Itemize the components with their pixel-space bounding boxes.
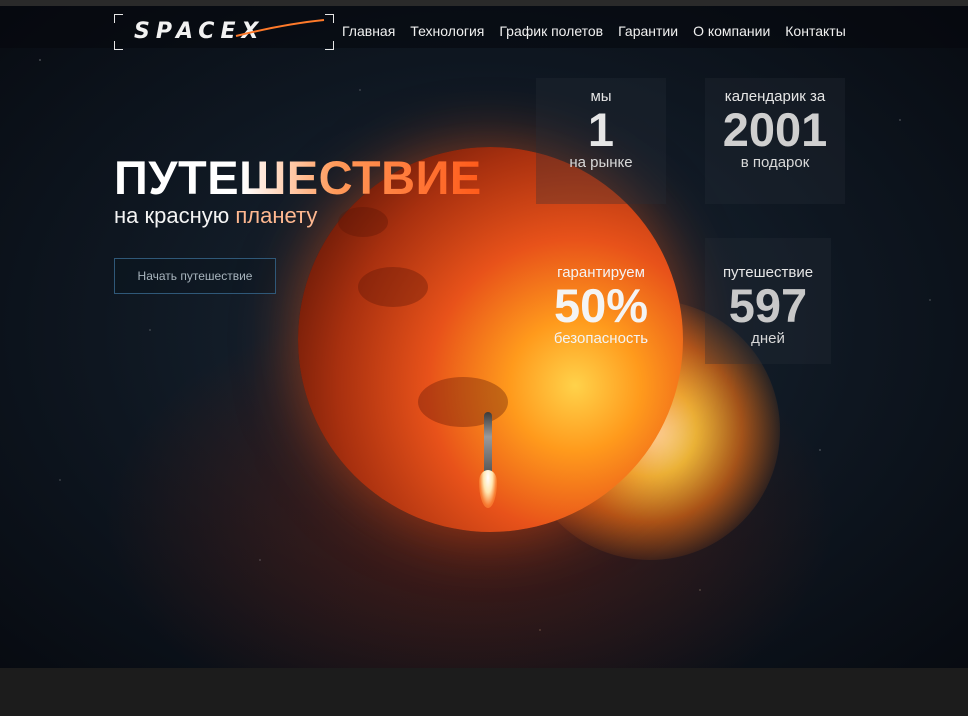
nav-item-contacts[interactable]: Контакты [785,23,845,39]
stat-value: 597 [728,279,808,332]
start-journey-button[interactable]: Начать путешествие [114,258,276,294]
main-nav: Главная Технология График полетов Гарант… [342,23,861,39]
hero-subtitle-part: на красную [114,203,236,228]
rocket-icon [484,412,492,474]
hero-title: ПУТЕШЕСТВИЕ [114,151,482,204]
nav-item-guarantees[interactable]: Гарантии [618,23,678,39]
logo-corner [114,41,123,50]
stat-bottom-label: дней [751,330,785,348]
nav-item-technology[interactable]: Технология [410,23,484,39]
planet-crater [358,267,428,307]
stat-value: 2001 [722,103,828,156]
stat-card: календарик за 2001 в подарок [705,78,845,204]
hero-subtitle-accent: планету [235,203,318,228]
stat-bottom-label: безопасность [553,330,649,348]
spacex-logo[interactable]: SPACEX [114,14,334,50]
logo-swoosh-icon [235,19,325,37]
top-navigation-bar: SPACEX Главная Технология График полетов… [0,0,968,50]
logo-corner [325,14,334,23]
stat-value: 50% [553,279,649,332]
planet-crater [418,377,508,427]
stat-value: 1 [587,103,615,156]
stat-card: мы 1 на рынке [536,78,666,204]
hero-subtitle: на красную планету [114,203,317,229]
planet-crater [338,207,388,237]
stat-bottom-label: на рынке [569,154,633,172]
nav-item-flight-schedule[interactable]: График полетов [499,23,603,39]
stat-bottom-label: в подарок [740,154,810,172]
logo-corner [325,41,334,50]
footer-strip [0,668,968,716]
nav-item-about[interactable]: О компании [693,23,770,39]
logo-corner [114,14,123,23]
stat-card: гарантируем 50% безопасность [536,238,666,364]
nav-item-home[interactable]: Главная [342,23,395,39]
stat-card: путешествие 597 дней [705,238,831,364]
